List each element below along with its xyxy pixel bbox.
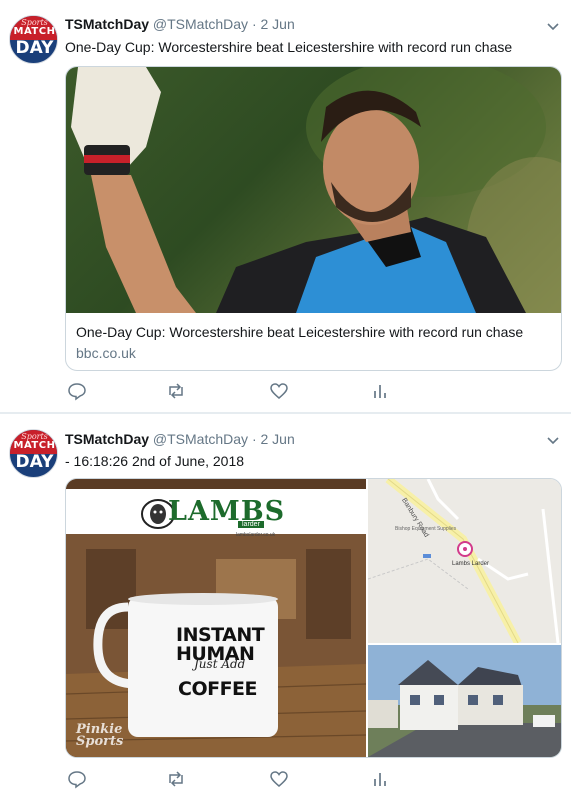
tweet[interactable]: Sports MATCH DAY TSMatchDay @TSMatchDay … xyxy=(0,0,571,412)
watermark: Pinkie Sports xyxy=(76,723,124,749)
separator-dot: · xyxy=(251,16,257,32)
tweet-text: - 16:18:26 2nd of June, 2018 xyxy=(65,453,245,469)
avatar-bottom-word: DAY xyxy=(15,452,54,472)
cricketer-photo xyxy=(66,67,561,313)
avatar-mid-word: MATCH xyxy=(13,26,56,37)
card-title: One-Day Cup: Worcestershire beat Leicest… xyxy=(76,324,524,340)
reply-icon[interactable] xyxy=(67,769,87,789)
retweet-icon[interactable] xyxy=(166,769,186,789)
handle[interactable]: @TSMatchDay xyxy=(153,431,248,447)
avatar-bottom-word: DAY xyxy=(15,38,54,58)
like-icon[interactable] xyxy=(269,769,289,789)
watermark-line-2: Sports xyxy=(76,734,124,749)
street-photo[interactable] xyxy=(368,645,561,757)
tweet-header: TSMatchDay @TSMatchDay · 2 Jun xyxy=(65,431,295,447)
chevron-down-icon[interactable] xyxy=(545,18,561,34)
analytics-icon[interactable] xyxy=(370,769,390,789)
reply-icon[interactable] xyxy=(67,381,87,401)
link-card[interactable]: One-Day Cup: Worcestershire beat Leicest… xyxy=(65,66,562,371)
map-place-label: Lambs Larder xyxy=(452,561,490,567)
display-name[interactable]: TSMatchDay xyxy=(65,431,149,447)
map-image[interactable]: Banbury Road Bishop Equipment Supplies L… xyxy=(368,479,561,643)
map-label-2: Bishop Equipment Supplies xyxy=(395,526,457,532)
avatar-mid-word: MATCH xyxy=(13,440,56,451)
avatar[interactable]: Sports MATCH DAY xyxy=(9,15,58,64)
tweet-date[interactable]: 2 Jun xyxy=(261,16,295,32)
lambs-brand: LAMBS xyxy=(168,496,286,527)
lambs-sub: larder xyxy=(238,521,264,528)
display-name[interactable]: TSMatchDay xyxy=(65,16,149,32)
retweet-icon[interactable] xyxy=(166,381,186,401)
media-grid[interactable]: LAMBS larder lambslarder.co.uk INSTANT H… xyxy=(65,478,562,758)
lambs-banner: LAMBS larder lambslarder.co.uk xyxy=(66,489,366,538)
avatar[interactable]: Sports MATCH DAY xyxy=(9,429,58,478)
like-icon[interactable] xyxy=(269,381,289,401)
lambs-url: lambslarder.co.uk xyxy=(236,532,276,538)
analytics-icon[interactable] xyxy=(370,381,390,401)
chevron-down-icon[interactable] xyxy=(545,432,561,448)
tweet-text: One-Day Cup: Worcestershire beat Leicest… xyxy=(65,39,513,55)
tweet-date[interactable]: 2 Jun xyxy=(261,431,295,447)
mug-line-4: COFFEE xyxy=(178,678,258,700)
mug-line-3: Just Add xyxy=(194,657,246,671)
tweet-actions xyxy=(65,769,425,789)
handle[interactable]: @TSMatchDay xyxy=(153,16,248,32)
separator-dot: · xyxy=(251,431,257,447)
card-domain: bbc.co.uk xyxy=(76,345,136,361)
tweet-actions xyxy=(65,381,425,401)
lambs-larder-image[interactable]: LAMBS larder lambslarder.co.uk INSTANT H… xyxy=(66,479,366,757)
tweet[interactable]: Sports MATCH DAY TSMatchDay @TSMatchDay … xyxy=(0,414,571,800)
tweet-header: TSMatchDay @TSMatchDay · 2 Jun xyxy=(65,16,295,32)
